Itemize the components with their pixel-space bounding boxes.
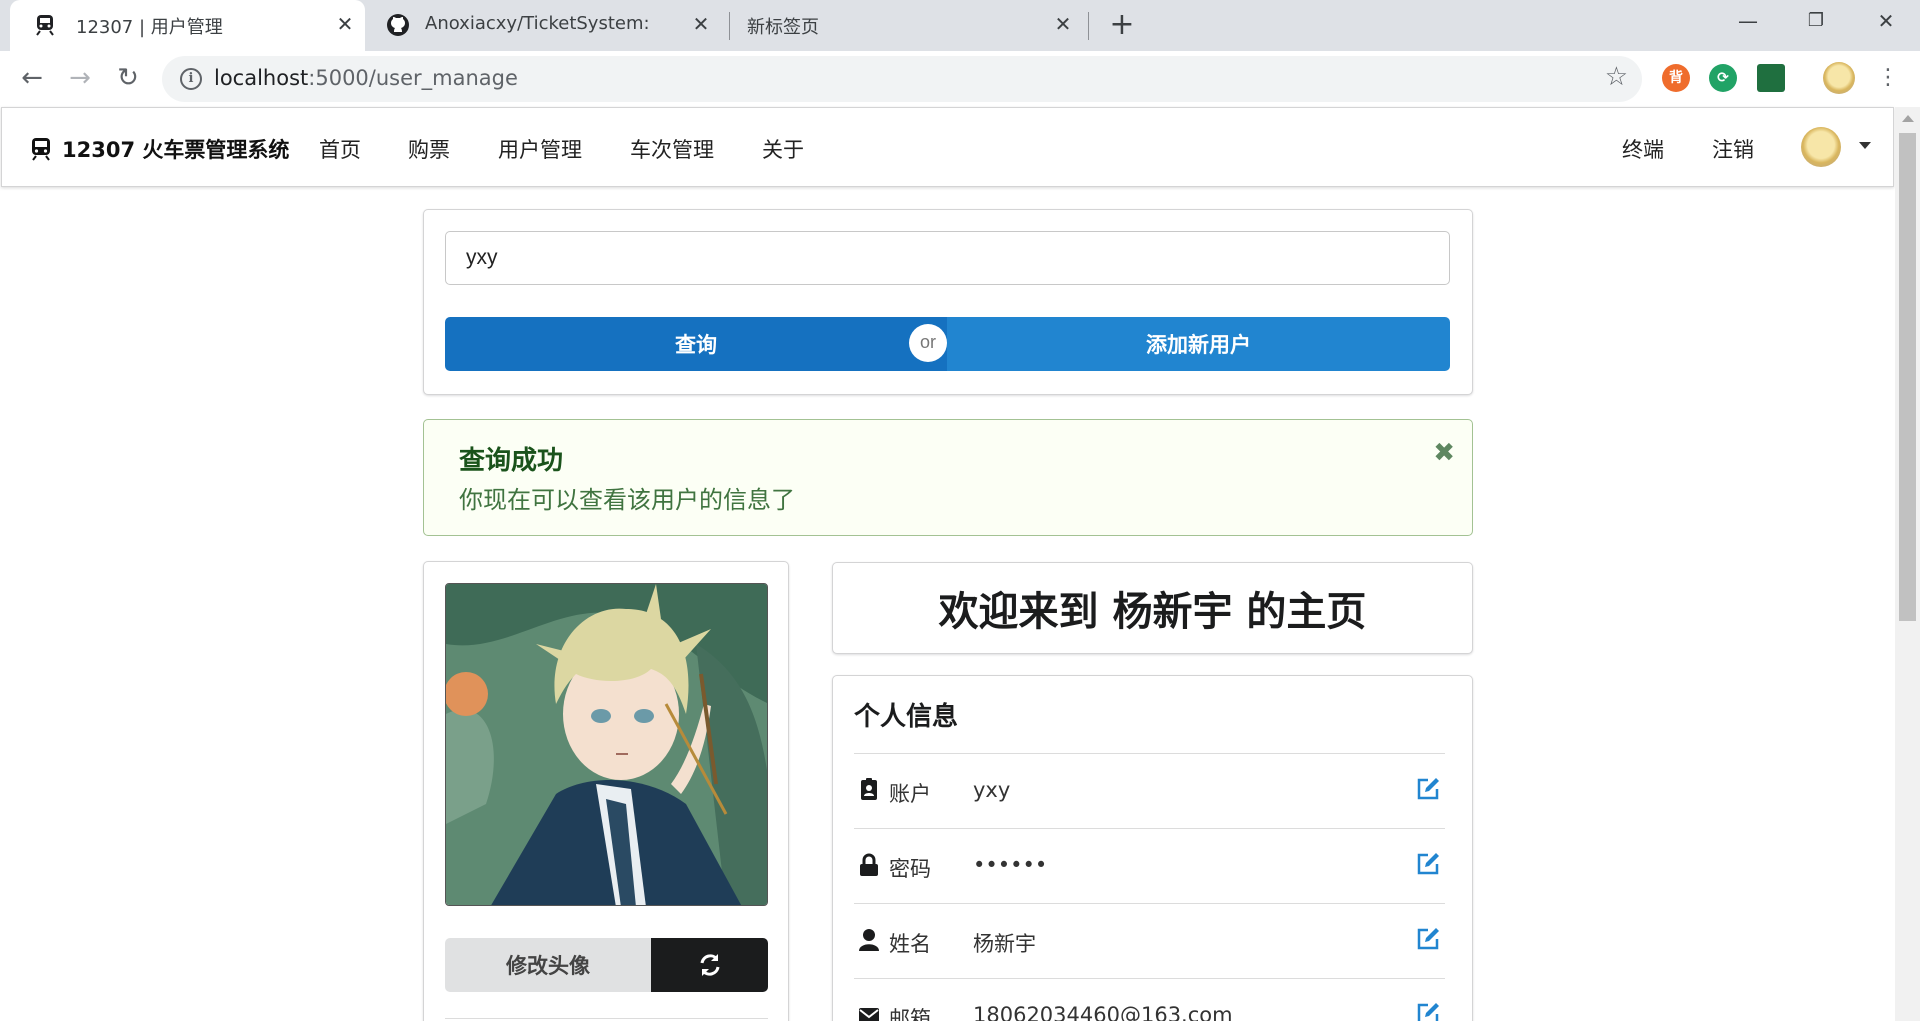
brand-title: 12307 火车票管理系统 [62, 138, 290, 162]
forward-button[interactable]: → [62, 61, 98, 97]
info-value: 杨新宇 [973, 932, 1036, 956]
info-row-email: 邮箱 18062034460@163.com [854, 979, 1445, 1021]
url-host: localhost [214, 66, 309, 90]
modify-avatar-group: 修改头像 [445, 938, 768, 992]
nav-terminal[interactable]: 终端 [1622, 134, 1664, 164]
minimize-button[interactable]: — [1728, 6, 1768, 36]
browser-menu-icon[interactable]: ⋮ [1870, 61, 1906, 97]
info-icon[interactable]: i [180, 68, 202, 90]
info-label: 邮箱 [889, 1007, 931, 1021]
edit-icon[interactable] [1415, 926, 1441, 952]
tab-title: 新标签页 [747, 17, 819, 38]
info-value: yxy [973, 778, 1011, 802]
search-button-group: 查询 添加新用户 [445, 317, 1450, 371]
mail-icon [859, 1008, 879, 1021]
info-value: 18062034460@163.com [973, 1003, 1233, 1021]
tab-user-manage[interactable]: 12307 | 用户管理 ✕ [10, 0, 365, 51]
nav-about[interactable]: 关于 [762, 134, 804, 164]
train-icon [32, 138, 50, 161]
search-segment: 查询 添加新用户 or [423, 209, 1473, 395]
info-row-account: 账户 yxy [854, 754, 1445, 828]
scroll-thumb[interactable] [1899, 133, 1916, 621]
nav-user-manage[interactable]: 用户管理 [498, 134, 582, 164]
close-icon[interactable]: ✕ [332, 11, 358, 37]
query-button[interactable]: 查询 [445, 317, 947, 371]
avatar-card: 修改头像 [423, 561, 789, 1021]
back-button[interactable]: ← [14, 61, 50, 97]
browser-tabstrip: 12307 | 用户管理 ✕ Anoxiacxy/TicketSystem: 2… [0, 0, 1920, 51]
address-bar[interactable]: i localhost:5000/user_manage ☆ [162, 56, 1642, 102]
info-row-password: 密码 •••••• [854, 829, 1445, 903]
tab-divider [1088, 12, 1089, 40]
page-scrollbar[interactable] [1895, 107, 1920, 1021]
info-row-name: 姓名 杨新宇 [854, 904, 1445, 978]
user-avatar-image [445, 583, 768, 906]
edit-icon[interactable] [1415, 776, 1441, 802]
close-icon[interactable]: ✖ [1433, 438, 1455, 468]
tab-divider [729, 12, 730, 40]
welcome-card: 欢迎来到 杨新宇 的主页 [832, 562, 1473, 654]
tab-new-tab[interactable]: 新标签页 ✕ [732, 0, 1087, 51]
github-icon [385, 12, 411, 38]
brand[interactable]: 12307 火车票管理系统 [30, 134, 289, 164]
search-input[interactable] [445, 231, 1450, 285]
scroll-up-arrow-icon[interactable] [1902, 115, 1914, 122]
edit-icon[interactable] [1415, 851, 1441, 877]
close-icon[interactable]: ✕ [1050, 11, 1076, 37]
nav-logout[interactable]: 注销 [1712, 134, 1754, 164]
add-user-button[interactable]: 添加新用户 [947, 317, 1450, 371]
divider [445, 1018, 768, 1019]
tab-title: 12307 | 用户管理 [76, 17, 223, 38]
welcome-heading: 欢迎来到 杨新宇 的主页 [938, 589, 1367, 635]
extension-sync-icon[interactable]: ⟳ [1709, 64, 1737, 92]
bookmark-star-icon[interactable]: ☆ [1605, 62, 1628, 92]
extension-terminal-icon[interactable] [1757, 64, 1785, 92]
id-card-icon [861, 778, 877, 800]
nav-train-manage[interactable]: 车次管理 [630, 134, 714, 164]
extension-beidanci-icon[interactable]: 背 [1662, 64, 1690, 92]
message-text: 你现在可以查看该用户的信息了 [459, 486, 795, 514]
browser-toolbar: ← → ↻ i localhost:5000/user_manage ☆ 背 ⟳… [0, 51, 1920, 107]
dropdown-caret-icon[interactable] [1859, 142, 1871, 149]
url-path: :5000/user_manage [308, 66, 518, 90]
user-avatar[interactable] [1801, 127, 1841, 167]
profile-avatar-icon[interactable] [1823, 62, 1855, 94]
user-icon [859, 929, 879, 951]
tab-title: Anoxiacxy/TicketSystem: 2020 [425, 13, 655, 34]
app-navbar: 12307 火车票管理系统 首页 购票 用户管理 车次管理 关于 终端 注销 [1, 107, 1894, 187]
url-text[interactable]: localhost:5000/user_manage [214, 66, 518, 90]
info-title: 个人信息 [854, 702, 959, 732]
restore-button[interactable]: ❐ [1796, 6, 1836, 36]
info-label: 账户 [889, 782, 931, 806]
info-value: •••••• [973, 853, 1048, 877]
window-close-button[interactable]: ✕ [1866, 6, 1906, 36]
train-icon [32, 12, 58, 38]
success-message: 查询成功 你现在可以查看该用户的信息了 ✖ [423, 419, 1473, 536]
message-title: 查询成功 [459, 446, 564, 476]
modify-avatar-button[interactable]: 修改头像 [445, 938, 651, 992]
edit-icon[interactable] [1415, 1001, 1441, 1021]
reload-button[interactable]: ↻ [110, 61, 146, 97]
personal-info-card: 个人信息 账户 yxy 密码 •••••• 姓名 杨新宇 邮箱 18062034… [832, 675, 1473, 1021]
refresh-icon[interactable] [651, 938, 768, 992]
nav-home[interactable]: 首页 [319, 134, 361, 164]
nav-buy-ticket[interactable]: 购票 [408, 134, 450, 164]
info-label: 姓名 [889, 932, 931, 956]
tab-github[interactable]: Anoxiacxy/TicketSystem: 2020 ✕ [370, 0, 725, 51]
close-icon[interactable]: ✕ [688, 11, 714, 37]
lock-icon [860, 853, 878, 876]
or-divider: or [909, 324, 947, 362]
info-label: 密码 [889, 857, 931, 881]
new-tab-button[interactable]: + [1105, 9, 1139, 43]
